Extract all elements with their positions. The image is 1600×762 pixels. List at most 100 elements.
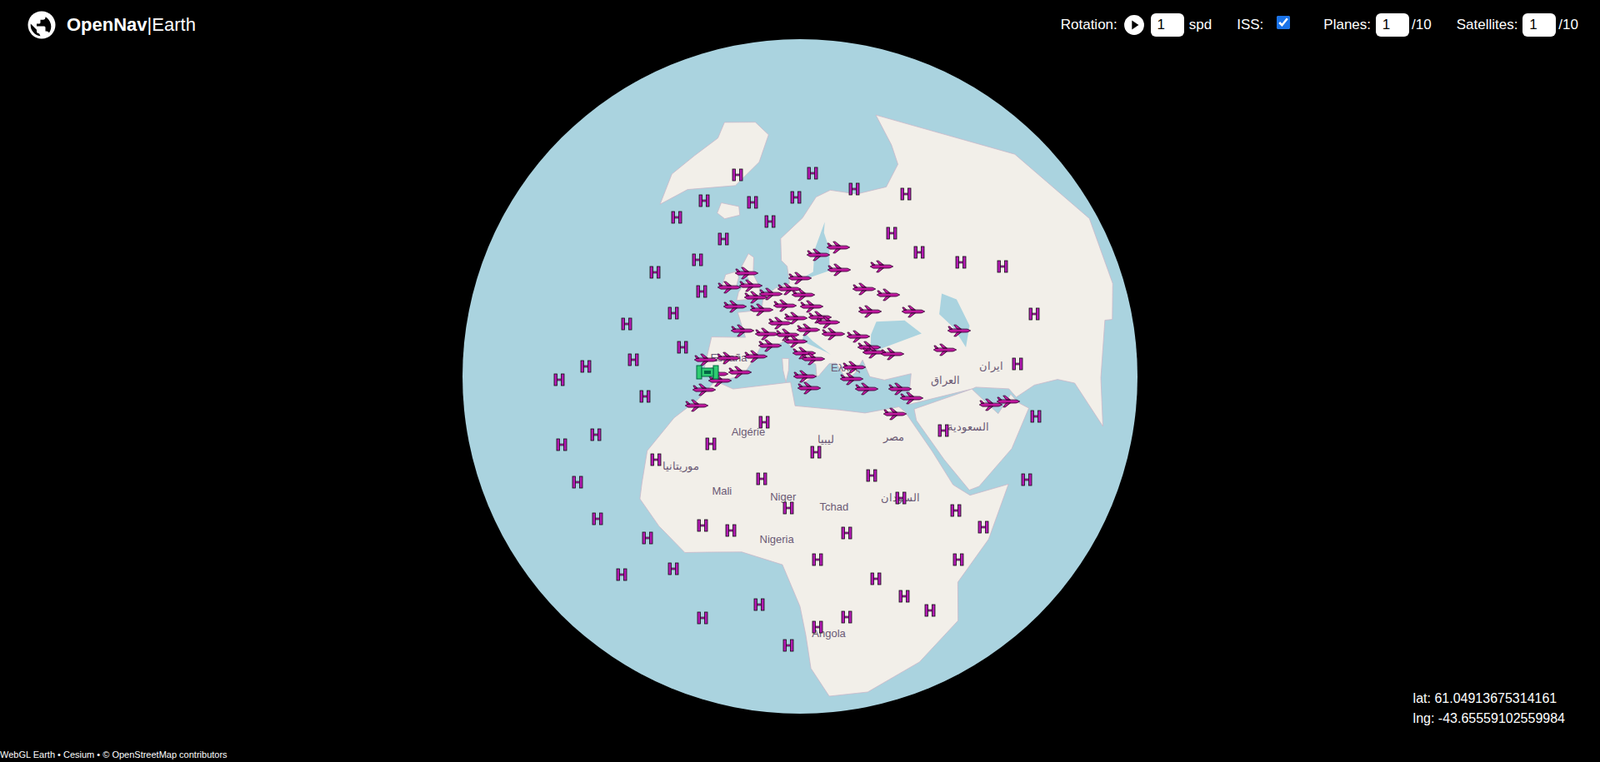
satellite-icon[interactable] <box>731 168 744 182</box>
plane-icon[interactable] <box>851 282 877 296</box>
plane-icon[interactable] <box>738 279 764 293</box>
plane-icon[interactable] <box>792 370 818 384</box>
satellite-icon[interactable] <box>900 187 912 201</box>
plane-icon[interactable] <box>825 240 851 255</box>
satellite-icon[interactable] <box>840 526 853 540</box>
plane-icon[interactable] <box>787 271 813 285</box>
satellite-icon[interactable] <box>571 475 584 490</box>
satellite-icon[interactable] <box>590 428 602 442</box>
plane-icon[interactable] <box>899 391 925 405</box>
plane-icon[interactable] <box>757 339 783 353</box>
satellite-icon[interactable] <box>782 639 795 653</box>
plane-icon[interactable] <box>799 300 825 314</box>
plane-icon[interactable] <box>684 399 710 413</box>
satellite-icon[interactable] <box>913 245 925 260</box>
satellite-icon[interactable] <box>1028 307 1040 321</box>
satellite-icon[interactable] <box>924 604 936 618</box>
plane-icon[interactable] <box>854 382 880 396</box>
plane-icon[interactable] <box>776 282 802 296</box>
satellite-icon[interactable] <box>870 572 882 586</box>
satellite-icon[interactable] <box>696 519 709 533</box>
satellite-icon[interactable] <box>746 195 759 210</box>
plane-icon[interactable] <box>734 266 760 280</box>
plane-icon[interactable] <box>820 327 846 341</box>
satellite-icon[interactable] <box>695 285 708 299</box>
plane-icon[interactable] <box>783 335 809 349</box>
plane-icon[interactable] <box>839 372 865 386</box>
satellite-icon[interactable] <box>620 317 633 331</box>
plane-icon[interactable] <box>795 323 821 337</box>
satellite-icon[interactable] <box>705 437 717 451</box>
plane-icon[interactable] <box>841 360 867 375</box>
satellite-icon[interactable] <box>649 265 661 280</box>
satellite-icon[interactable] <box>764 215 776 229</box>
satellite-icon[interactable] <box>696 611 709 625</box>
satellite-icon[interactable] <box>782 501 795 515</box>
plane-icon[interactable] <box>800 352 826 366</box>
plane-icon[interactable] <box>693 353 719 367</box>
play-icon[interactable] <box>1122 13 1146 37</box>
satellite-icon[interactable] <box>753 598 765 612</box>
plane-icon[interactable] <box>691 383 717 397</box>
satellite-icon[interactable] <box>790 190 802 205</box>
satellite-icon[interactable] <box>725 524 737 538</box>
satellite-icon[interactable] <box>811 620 824 635</box>
plane-icon[interactable] <box>715 351 741 365</box>
logo[interactable]: OpenNav|Earth <box>26 10 196 40</box>
satellite-icon[interactable] <box>555 438 568 452</box>
satellite-icon[interactable] <box>758 415 770 430</box>
viewport[interactable]: EspañaAlgérieMaliNigerTchadNigeriaΕλλάςل… <box>0 0 1600 762</box>
plane-icon[interactable] <box>946 324 972 338</box>
plane-icon[interactable] <box>716 280 742 295</box>
satellite-icon[interactable] <box>627 353 640 367</box>
satellite-icon[interactable] <box>977 520 990 535</box>
satellite-icon[interactable] <box>937 424 950 438</box>
plane-icon[interactable] <box>727 365 753 380</box>
plane-icon[interactable] <box>754 327 780 341</box>
plane-icon[interactable] <box>880 347 905 361</box>
plane-icon[interactable] <box>722 300 748 314</box>
satellite-icon[interactable] <box>898 590 910 604</box>
plane-icon[interactable] <box>875 288 901 302</box>
satellite-icon[interactable] <box>676 340 689 355</box>
plane-icon[interactable] <box>730 324 755 338</box>
satellite-icon[interactable] <box>615 568 628 582</box>
satellite-icon[interactable] <box>955 255 967 270</box>
plane-icon[interactable] <box>749 303 775 317</box>
satellite-icon[interactable] <box>840 610 853 625</box>
satellite-icon[interactable] <box>698 194 710 208</box>
satellite-icon[interactable] <box>670 210 683 225</box>
satellite-icon[interactable] <box>811 553 824 567</box>
rotation-speed-input[interactable] <box>1150 13 1185 37</box>
plane-icon[interactable] <box>857 305 883 319</box>
satellite-icon[interactable] <box>885 226 898 240</box>
plane-icon[interactable] <box>826 263 852 277</box>
satellite-icon[interactable] <box>691 253 704 267</box>
satellite-icon[interactable] <box>865 469 878 483</box>
satellite-icon[interactable] <box>895 491 907 505</box>
satellite-icon[interactable] <box>639 390 651 404</box>
satellite-icon[interactable] <box>810 445 822 460</box>
satellite-icon[interactable] <box>755 472 768 486</box>
plane-icon[interactable] <box>845 330 871 344</box>
plane-icon[interactable] <box>869 260 895 274</box>
satellite-icon[interactable] <box>848 182 860 196</box>
iss-checkbox[interactable] <box>1276 15 1290 30</box>
satellite-icon[interactable] <box>950 504 962 518</box>
satellite-icon[interactable] <box>806 166 819 180</box>
satellite-icon[interactable] <box>1011 357 1024 371</box>
satellite-icon[interactable] <box>667 562 680 576</box>
plane-icon[interactable] <box>772 299 798 313</box>
plane-icon[interactable] <box>815 315 841 330</box>
plane-icon[interactable] <box>978 398 1004 412</box>
plane-icon[interactable] <box>796 381 822 395</box>
satellite-icon[interactable] <box>1030 410 1042 424</box>
satellite-icon[interactable] <box>717 232 730 246</box>
satellite-icon[interactable] <box>641 531 654 545</box>
satellite-icon[interactable] <box>650 453 662 467</box>
satellite-icon[interactable] <box>952 553 965 567</box>
satellite-icon[interactable] <box>591 512 604 526</box>
satellites-input[interactable] <box>1522 13 1556 37</box>
satellite-icon[interactable] <box>1020 473 1033 487</box>
satellite-icon[interactable] <box>553 373 565 387</box>
